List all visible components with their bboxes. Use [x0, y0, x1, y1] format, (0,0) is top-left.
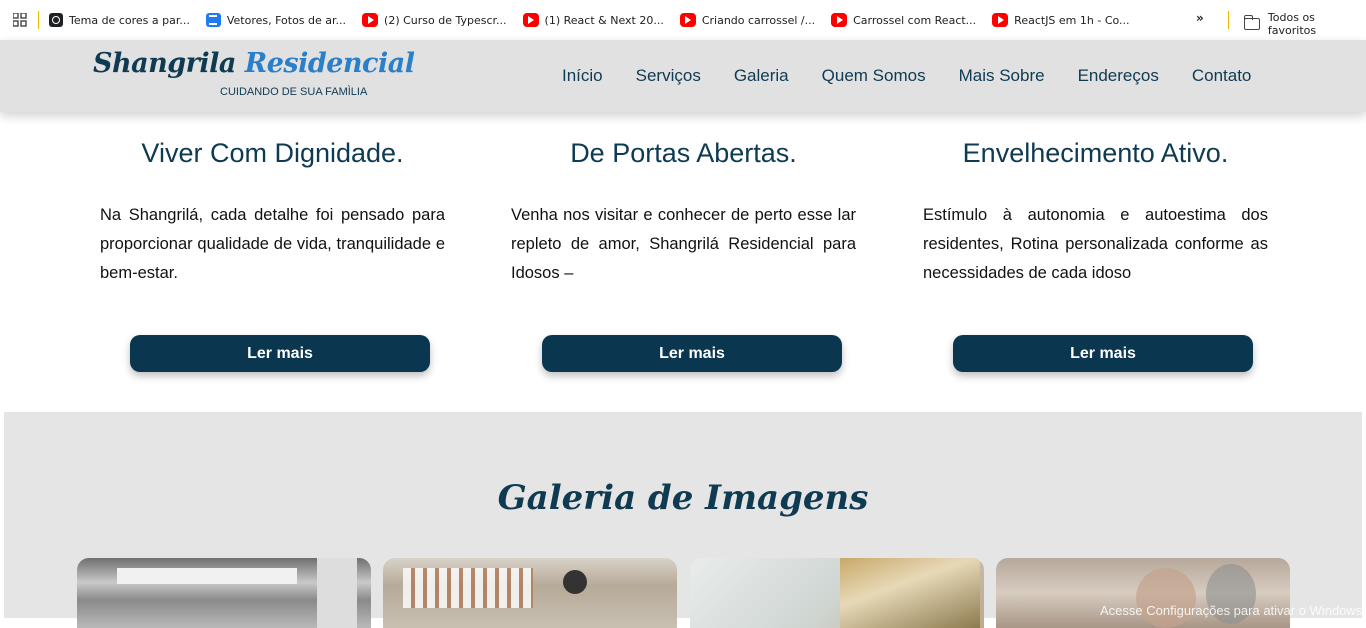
bookmarks-divider	[1228, 11, 1229, 29]
youtube-icon	[362, 13, 379, 27]
site-logo[interactable]: Shangrila Residencial CUIDANDO DE SUA FA…	[93, 48, 415, 98]
feature-title: De Portas Abertas.	[570, 138, 797, 168]
bookmark-item[interactable]: Criando carrossel /...	[679, 13, 815, 27]
site-header: Shangrila Residencial CUIDANDO DE SUA FA…	[0, 40, 1366, 112]
bookmark-item[interactable]: Carrossel com React...	[831, 13, 976, 27]
feature-text: Venha nos visitar e conhecer de perto es…	[511, 206, 856, 282]
bookmarks-divider	[38, 11, 39, 29]
theme-icon	[49, 13, 63, 27]
bookmark-item[interactable]: Vetores, Fotos de ar...	[205, 13, 346, 27]
logo-text: Shangrila Residencial	[93, 48, 415, 79]
folder-icon	[1243, 15, 1260, 30]
feature-text: Na Shangrilá, cada detalhe foi pensado p…	[100, 206, 445, 282]
vectors-icon	[205, 13, 221, 27]
nav-link-quem-somos[interactable]: Quem Somos	[822, 66, 926, 86]
youtube-icon	[679, 13, 696, 27]
gallery-section: Galeria de Imagens	[4, 412, 1362, 628]
nav-link-enderecos[interactable]: Endereços	[1078, 66, 1159, 86]
feature-text: Estímulo à autonomia e autoestima dos re…	[923, 206, 1268, 282]
feature-title: Envelhecimento Ativo.	[962, 138, 1229, 168]
read-more-button[interactable]: Ler mais	[130, 335, 430, 372]
more-bookmarks-button[interactable]: »	[1196, 11, 1204, 25]
apps-grid-icon[interactable]	[8, 8, 32, 32]
nav-link-galeria[interactable]: Galeria	[734, 66, 789, 86]
nav-link-inicio[interactable]: Início	[562, 66, 603, 86]
youtube-icon	[831, 13, 848, 27]
read-more-button[interactable]: Ler mais	[953, 335, 1253, 372]
read-more-button[interactable]: Ler mais	[542, 335, 842, 372]
nav-link-mais-sobre[interactable]: Mais Sobre	[959, 66, 1045, 86]
bookmarks-bar: Tema de cores a par... Vetores, Fotos de…	[0, 0, 1366, 40]
logo-tagline: CUIDANDO DE SUA FAMÌLIA	[220, 86, 368, 98]
feature-title: Viver Com Dignidade.	[141, 138, 404, 168]
bookmark-item[interactable]: ReactJS em 1h - Co...	[992, 13, 1130, 27]
youtube-icon	[992, 13, 1009, 27]
bookmark-item[interactable]: (2) Curso de Typescr...	[362, 13, 507, 27]
youtube-icon	[522, 13, 539, 27]
all-bookmarks-button[interactable]: Todos os favoritos	[1243, 11, 1366, 37]
main-nav: Início Serviços Galeria Quem Somos Mais …	[562, 66, 1251, 86]
bookmark-item[interactable]: Tema de cores a par...	[49, 13, 190, 27]
nav-link-contato[interactable]: Contato	[1192, 66, 1252, 86]
bookmark-item[interactable]: (1) React & Next 20...	[522, 13, 664, 27]
windows-activation-watermark: Acesse Configurações para ativar o Windo…	[1100, 603, 1366, 618]
gallery-title: Galeria de Imagens	[497, 478, 869, 518]
nav-link-servicos[interactable]: Serviços	[636, 66, 701, 86]
